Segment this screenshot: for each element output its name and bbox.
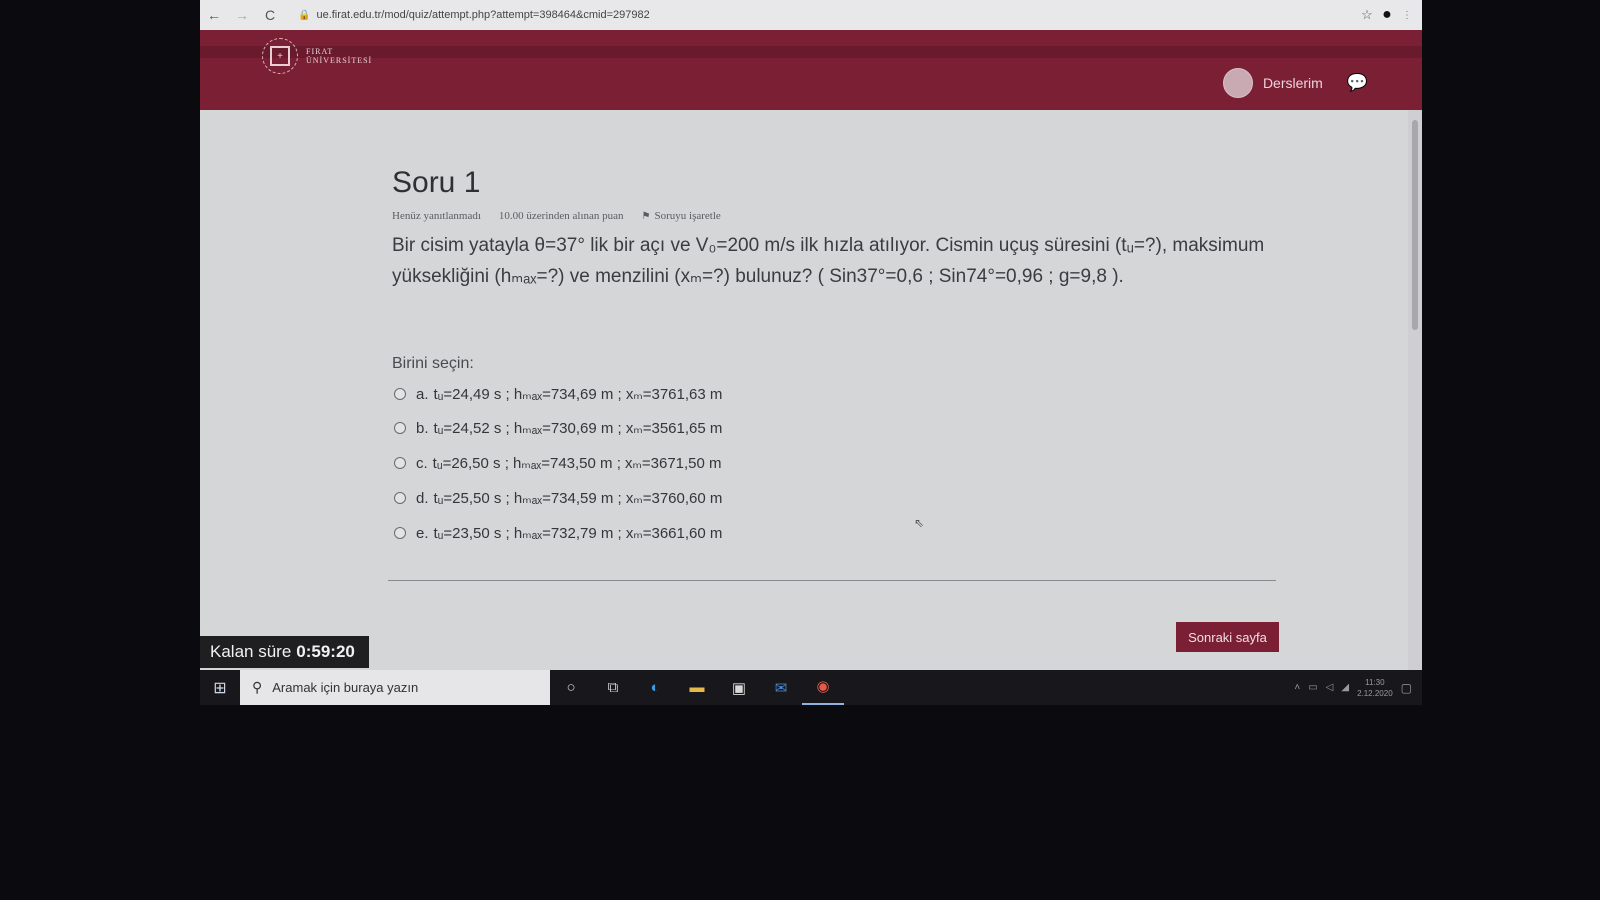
- option-letter: e.: [416, 524, 429, 542]
- quiz-content: [200, 110, 1408, 670]
- search-placeholder: Aramak için buraya yazın: [272, 680, 419, 695]
- question-divider: [388, 580, 1276, 581]
- taskbar-clock[interactable]: 11:30 2.12.2020: [1357, 677, 1393, 699]
- logo-line-1: FIRAT: [306, 47, 334, 56]
- menu-icon[interactable]: ⋮: [1400, 10, 1414, 21]
- file-explorer-icon[interactable]: ▬: [676, 679, 718, 696]
- radio-option-e[interactable]: [394, 527, 406, 539]
- time-remaining: Kalan süre 0:59:20: [200, 636, 369, 668]
- option-letter: c.: [416, 454, 428, 472]
- chrome-browser-icon[interactable]: ◉: [802, 670, 844, 705]
- windows-start-icon[interactable]: ⊞: [200, 678, 240, 698]
- monitor-screen: ← → C 🔒 ue.firat.edu.tr/mod/quiz/attempt…: [200, 0, 1422, 705]
- question-points: 10.00 üzerinden alınan puan: [498, 210, 624, 222]
- answer-option-e[interactable]: e. tᵤ=23,50 s ; hₘₐₓ=732,79 m ; xₘ=3661,…: [394, 524, 722, 542]
- site-header: + FIRAT ÜNİVERSİTESİ Derslerim 💬: [200, 30, 1422, 110]
- option-letter: a.: [416, 385, 429, 403]
- mail-icon[interactable]: ✉: [760, 679, 802, 697]
- radio-option-c[interactable]: [394, 457, 406, 469]
- option-text: tᵤ=24,49 s ; hₘₐₓ=734,69 m ; xₘ=3761,63 …: [433, 386, 723, 403]
- header-ribbon: [200, 46, 1422, 58]
- forward-icon[interactable]: →: [228, 7, 256, 23]
- lock-icon: 🔒: [298, 9, 311, 21]
- address-bar[interactable]: ue.firat.edu.tr/mod/quiz/attempt.php?att…: [316, 9, 649, 21]
- flag-question-link[interactable]: ⚑ Soruyu işaretle: [642, 210, 721, 222]
- next-page-button[interactable]: Sonraki sayfa: [1176, 622, 1279, 652]
- answer-option-b[interactable]: b. tᵤ=24,52 s ; hₘₐₓ=730,69 m ; xₘ=3561,…: [394, 419, 722, 437]
- page-scrollbar[interactable]: [1408, 110, 1422, 670]
- radio-option-b[interactable]: [394, 422, 406, 434]
- star-icon[interactable]: ☆: [1360, 7, 1374, 23]
- option-letter: b.: [416, 419, 429, 437]
- network-icon[interactable]: ◢: [1341, 682, 1349, 693]
- radio-option-d[interactable]: [394, 492, 406, 504]
- mouse-cursor-icon: ⇖: [914, 516, 925, 530]
- tray-chevron-up-icon[interactable]: ˄: [1294, 682, 1300, 693]
- scrollbar-thumb[interactable]: [1412, 120, 1418, 330]
- clock-time: 11:30: [1365, 677, 1385, 687]
- university-logo[interactable]: + FIRAT ÜNİVERSİTESİ: [262, 38, 372, 74]
- task-view-icon[interactable]: ⧉: [592, 679, 634, 696]
- cortana-icon[interactable]: ○: [550, 679, 592, 696]
- answer-option-c[interactable]: c. tᵤ=26,50 s ; hₘₐₓ=743,50 m ; xₘ=3671,…: [394, 454, 722, 472]
- store-icon[interactable]: ▣: [718, 679, 760, 697]
- option-text: tᵤ=26,50 s ; hₘₐₓ=743,50 m ; xₘ=3671,50 …: [432, 455, 722, 472]
- radio-option-a[interactable]: [394, 388, 406, 400]
- option-text: tᵤ=23,50 s ; hₘₐₓ=732,79 m ; xₘ=3661,60 …: [433, 525, 723, 542]
- courses-link[interactable]: Derslerim: [1263, 75, 1323, 91]
- browser-right-controls: ☆ ● ⋮: [1360, 0, 1414, 30]
- answer-status: Henüz yanıtlanmadı: [392, 210, 481, 222]
- volume-icon[interactable]: ◁: [1326, 682, 1334, 693]
- timer-label: Kalan süre: [210, 642, 292, 661]
- answer-option-a[interactable]: a. tᵤ=24,49 s ; hₘₐₓ=734,69 m ; xₘ=3761,…: [394, 385, 722, 403]
- profile-icon[interactable]: ●: [1380, 6, 1394, 24]
- option-text: tᵤ=24,52 s ; hₘₐₓ=730,69 m ; xₘ=3561,65 …: [433, 420, 723, 437]
- system-tray: ˄ ▭ ◁ ◢ 11:30 2.12.2020 ▢: [1294, 677, 1422, 699]
- logo-line-2: ÜNİVERSİTESİ: [306, 56, 373, 65]
- question-title: Soru 1: [392, 166, 481, 199]
- flag-question-label: Soruyu işaretle: [654, 210, 721, 222]
- question-info: Henüz yanıtlanmadı 10.00 üzerinden alına…: [392, 210, 721, 222]
- search-icon: ⚲: [252, 679, 263, 695]
- option-letter: d.: [416, 489, 429, 507]
- avatar[interactable]: [1222, 68, 1253, 98]
- chat-bubble-icon[interactable]: 💬: [1347, 73, 1368, 93]
- windows-taskbar: ⊞ ⚲ Aramak için buraya yazın ○ ⧉ ◐ ▬ ▣ ✉…: [200, 670, 1422, 705]
- battery-icon[interactable]: ▭: [1308, 682, 1317, 693]
- logo-emblem-icon: +: [262, 38, 298, 74]
- answer-option-d[interactable]: d. tᵤ=25,50 s ; hₘₐₓ=734,59 m ; xₘ=3760,…: [394, 489, 722, 507]
- option-text: tᵤ=25,50 s ; hₘₐₓ=734,59 m ; xₘ=3760,60 …: [433, 490, 723, 507]
- notification-center-icon[interactable]: ▢: [1401, 681, 1412, 695]
- flag-icon: ⚑: [641, 211, 651, 222]
- timer-value: 0:59:20: [296, 642, 355, 661]
- taskbar-search-input[interactable]: ⚲ Aramak için buraya yazın: [240, 670, 550, 705]
- question-text: Bir cisim yatayla θ=37° lik bir açı ve V…: [392, 235, 1265, 287]
- clock-date: 2.12.2020: [1357, 688, 1393, 698]
- back-icon[interactable]: ←: [200, 7, 228, 23]
- edge-browser-icon[interactable]: ◐: [634, 679, 676, 696]
- choose-one-label: Birini seçin:: [392, 355, 474, 372]
- reload-icon[interactable]: C: [256, 7, 284, 23]
- header-user-area: Derslerim 💬: [1222, 68, 1368, 98]
- browser-toolbar: ← → C 🔒 ue.firat.edu.tr/mod/quiz/attempt…: [200, 0, 1422, 30]
